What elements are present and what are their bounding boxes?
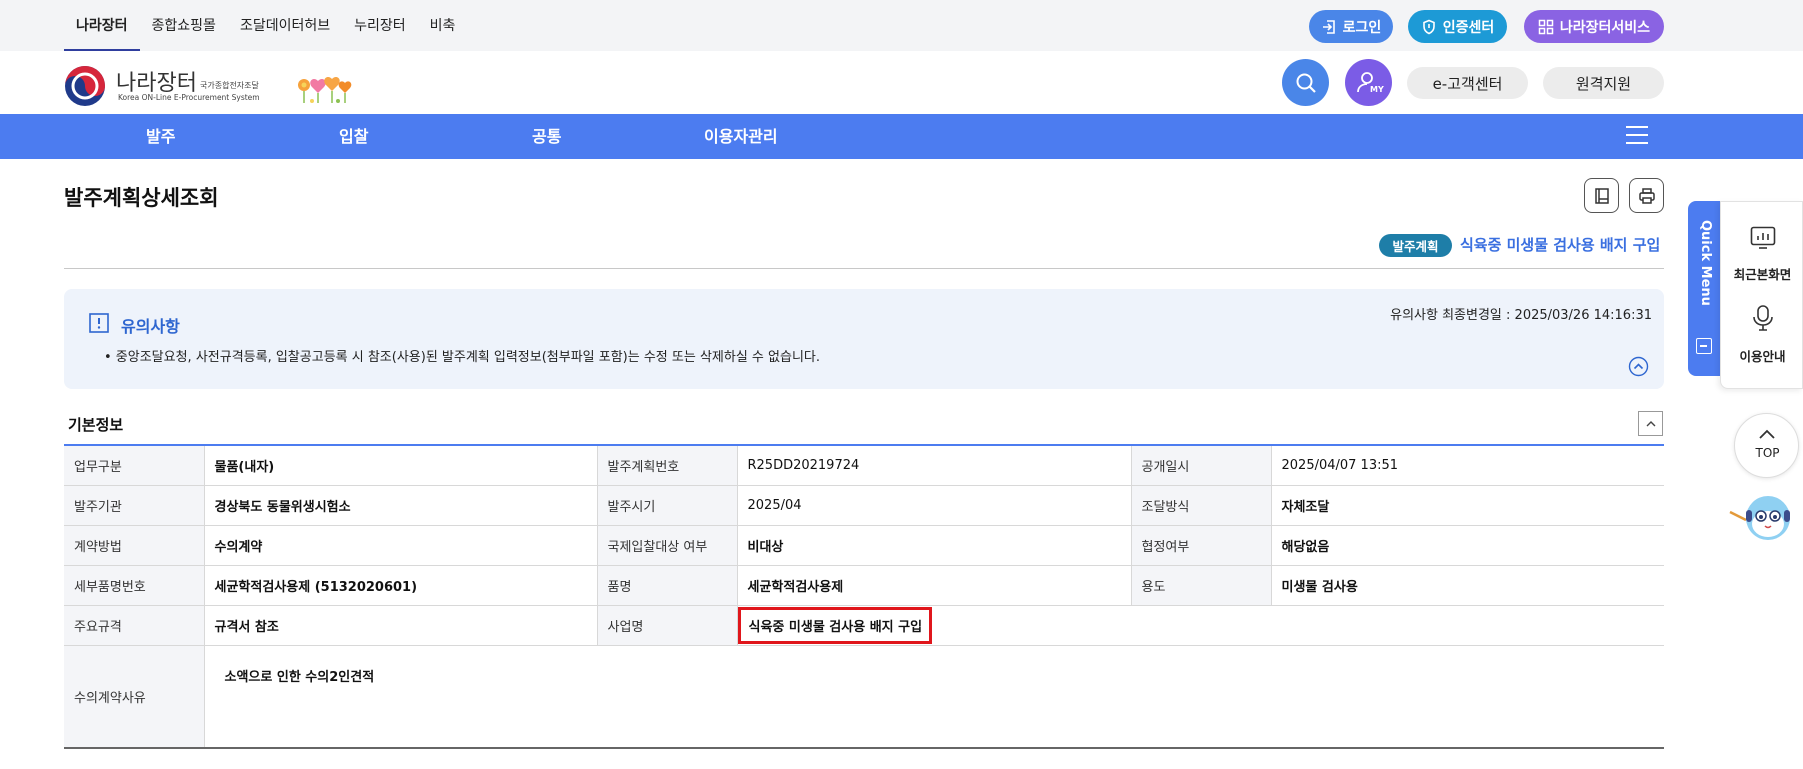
table-row: 수의계약사유 소액으로 인한 수의2인견적	[64, 645, 1664, 749]
customer-center-button[interactable]: e-고객센터	[1407, 67, 1528, 99]
minimize-icon[interactable]	[1696, 338, 1712, 354]
book-icon	[1594, 187, 1609, 204]
business-name-cell: 식육중 미생물 검사용 배지 구입	[736, 605, 1664, 646]
my-label: MY	[1370, 85, 1384, 94]
section-collapse-button[interactable]	[1638, 411, 1663, 436]
basic-info-table: 업무구분 물품(내자) 발주계획번호 R25DD20219724 공개일시 20…	[64, 444, 1664, 749]
business-title: 식육중 미생물 검사용 배지 구입	[1460, 236, 1661, 254]
cert-center-button[interactable]: 인증센터	[1408, 10, 1507, 43]
top-label: TOP	[1755, 446, 1780, 460]
chevron-up-icon	[1646, 420, 1655, 426]
top-nav: 나라장터 종합쇼핑몰 조달데이터허브 누리장터 비축	[64, 0, 467, 51]
field-label: 세부품명번호	[64, 565, 204, 606]
printer-icon	[1638, 187, 1655, 204]
field-value: 수의계약	[203, 525, 597, 566]
main-nav-item-bid[interactable]: 입찰	[339, 114, 368, 159]
notice-title: 유의사항	[121, 317, 180, 336]
recent-screens-link[interactable]: 최근본화면	[1721, 264, 1803, 283]
taegeuk-logo-icon[interactable]	[64, 65, 106, 107]
services-label: 나라장터서비스	[1559, 19, 1651, 36]
table-row: 발주기관 경상북도 동물위생시험소 발주시기 2025/04 조달방식 자체조달	[64, 485, 1664, 526]
page-title: 발주계획상세조회	[64, 186, 219, 210]
main-nav-item-common[interactable]: 공통	[532, 114, 561, 159]
table-row: 업무구분 물품(내자) 발주계획번호 R25DD20219724 공개일시 20…	[64, 445, 1664, 486]
main-nav: 발주 입찰 공통 이용자관리	[0, 114, 1803, 159]
section-title-basic-info: 기본정보	[68, 416, 124, 434]
login-label: 로그인	[1342, 19, 1382, 36]
table-row: 계약방법 수의계약 국제입찰대상 여부 비대상 협정여부 해당없음	[64, 525, 1664, 566]
notice-updated-date: 유의사항 최종변경일 : 2025/03/26 14:16:31	[1390, 308, 1652, 323]
field-value: 2025/04/07 13:51	[1270, 445, 1664, 486]
field-value: 비대상	[736, 525, 1131, 566]
shield-icon	[1422, 19, 1435, 34]
site-header: 나라장터 국가종합전자조달 Korea ON-Line E-Procuremen…	[0, 51, 1803, 114]
field-value: 세균학적검사용제	[736, 565, 1131, 606]
top-nav-item-shopping-mall[interactable]: 종합쇼핑몰	[140, 0, 228, 51]
field-label: 국제입찰대상 여부	[596, 525, 737, 566]
scroll-top-button[interactable]: TOP	[1734, 413, 1799, 478]
notice-box: 유의사항 유의사항 최종변경일 : 2025/03/26 14:16:31 • …	[64, 289, 1664, 389]
search-button[interactable]	[1282, 59, 1329, 106]
top-nav-item-data-hub[interactable]: 조달데이터허브	[228, 0, 342, 51]
field-label: 사업명	[596, 605, 737, 646]
field-value: 경상북도 동물위생시험소	[203, 485, 597, 526]
field-value: 2025/04	[736, 485, 1131, 526]
services-button[interactable]: 나라장터서비스	[1524, 10, 1664, 43]
field-value: 자체조달	[1270, 485, 1664, 526]
order-plan-badge: 발주계획	[1379, 234, 1452, 257]
field-value: 물품(내자)	[203, 445, 597, 486]
top-utility-bar: 나라장터 종합쇼핑몰 조달데이터허브 누리장터 비축 로그인 인증센터 나라장터…	[0, 0, 1803, 51]
title-divider	[64, 268, 1664, 269]
login-icon	[1322, 19, 1335, 34]
search-icon	[1296, 73, 1316, 93]
field-label: 수의계약사유	[64, 645, 204, 749]
chevron-up-icon[interactable]	[1628, 356, 1649, 377]
my-page-button[interactable]: MY	[1345, 59, 1392, 106]
main-nav-item-user-admin[interactable]: 이용자관리	[704, 114, 778, 159]
grid-icon	[1538, 19, 1554, 34]
exclamation-icon	[89, 313, 109, 333]
field-value: 세균학적검사용제 (5132020601)	[203, 565, 597, 606]
field-value: R25DD20219724	[736, 445, 1131, 486]
field-label: 발주계획번호	[596, 445, 737, 486]
notice-text: • 중앙조달요청, 사전규격등록, 입찰공고등록 시 참조(사용)된 발주계획 …	[104, 350, 820, 365]
top-nav-item-narajangteo[interactable]: 나라장터	[64, 0, 140, 51]
hamburger-menu-icon[interactable]	[1626, 126, 1648, 146]
field-label: 발주기관	[64, 485, 204, 526]
remote-support-button[interactable]: 원격지원	[1543, 67, 1664, 99]
field-value: 미생물 검사용	[1270, 565, 1664, 606]
top-nav-item-nuri[interactable]: 누리장터	[342, 0, 418, 51]
field-label: 주요규격	[64, 605, 204, 646]
field-label: 계약방법	[64, 525, 204, 566]
field-label: 공개일시	[1130, 445, 1271, 486]
field-label: 조달방식	[1130, 485, 1271, 526]
table-row: 세부품명번호 세균학적검사용제 (5132020601) 품명 세균학적검사용제…	[64, 565, 1664, 606]
main-nav-item-order[interactable]: 발주	[146, 114, 175, 159]
field-label: 용도	[1130, 565, 1271, 606]
quick-menu-panel: 최근본화면 이용안내	[1720, 201, 1803, 389]
logo-english: Korea ON-Line E-Procurement System	[118, 93, 260, 102]
print-button[interactable]	[1629, 178, 1664, 213]
table-row: 주요규격 규격서 참조 사업명 식육중 미생물 검사용 배지 구입	[64, 605, 1664, 646]
field-label: 품명	[596, 565, 737, 606]
field-value: 소액으로 인한 수의2인견적	[203, 645, 1664, 749]
field-value: 해당없음	[1270, 525, 1664, 566]
field-label: 발주시기	[596, 485, 737, 526]
field-label: 업무구분	[64, 445, 204, 486]
bookmark-button[interactable]	[1584, 178, 1619, 213]
chevron-up-icon	[1759, 429, 1775, 439]
login-button[interactable]: 로그인	[1309, 10, 1393, 43]
business-name-highlight: 식육중 미생물 검사용 배지 구입	[738, 606, 933, 644]
cert-center-label: 인증센터	[1442, 19, 1495, 36]
quick-menu-label: Quick Menu	[1698, 220, 1713, 306]
top-nav-item-reserve[interactable]: 비축	[418, 0, 468, 51]
usage-guide-link[interactable]: 이용안내	[1721, 346, 1803, 365]
monitor-chart-icon	[1750, 226, 1776, 249]
headset-icon	[1753, 305, 1773, 331]
field-label: 협정여부	[1130, 525, 1271, 566]
flowers-decoration-icon	[298, 76, 352, 103]
logo-subtitle: 국가종합전자조달	[200, 81, 259, 90]
mascot-character-icon[interactable]	[1728, 488, 1798, 548]
field-value: 규격서 참조	[203, 605, 597, 646]
